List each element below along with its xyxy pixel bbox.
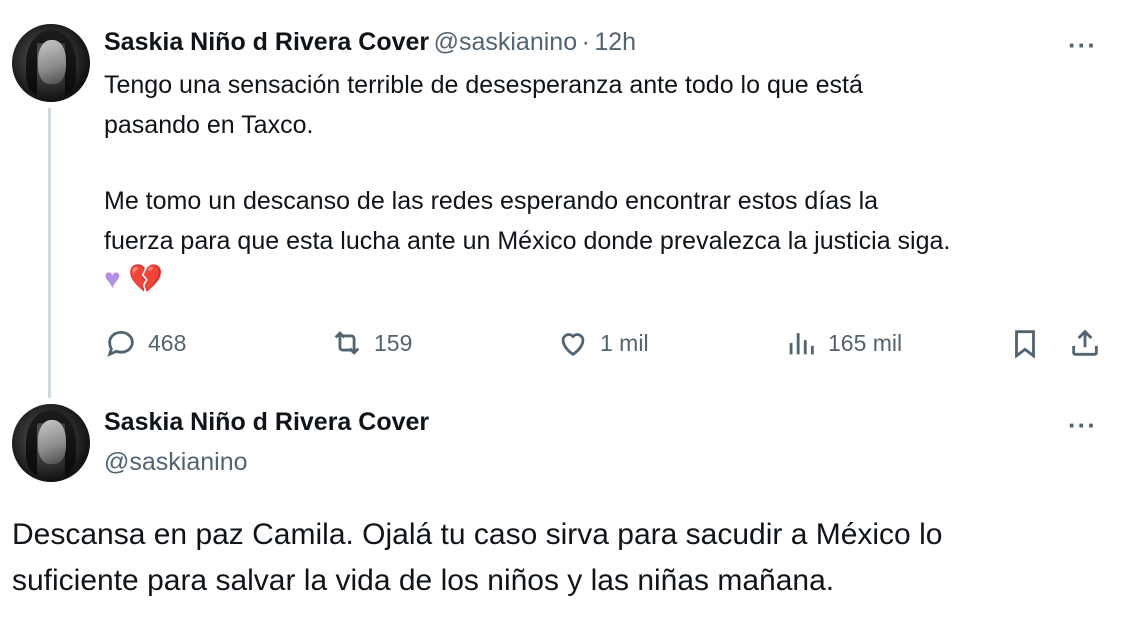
more-icon[interactable]: ··· [1068,410,1097,441]
views-button[interactable]: 165 mil [784,326,902,360]
tweet-text-line: fuerza para que esta lucha ante un Méxic… [104,227,951,255]
thread-connector [48,108,51,398]
views-count: 165 mil [828,329,903,356]
tweet-header: Saskia Niño d Rivera Cover @saskianino ·… [104,28,636,57]
author-name[interactable]: Saskia Niño d Rivera Cover [104,408,429,437]
retweet-button[interactable]: 159 [330,326,412,360]
like-icon [561,333,585,357]
broken-heart-icon: 💔 [128,263,164,294]
avatar[interactable] [12,404,90,482]
separator: · [581,28,590,56]
tweet-text-line: Tengo una sensación terrible de desesper… [104,71,863,99]
tweet-text-line: Me tomo un descanso de las redes esperan… [104,187,879,215]
tweet-text-line: suficiente para salvar la vida de los ni… [12,564,835,597]
retweet-count: 159 [374,329,413,356]
tweet-actions: 468 159 1 mil 165 mil [104,326,1104,360]
more-icon[interactable]: ··· [1068,30,1097,61]
bookmark-button[interactable] [1008,326,1042,360]
like-count: 1 mil [600,329,649,356]
reply-button[interactable]: 468 [104,326,186,360]
tweet-text-line: pasando en Taxco. [104,111,314,139]
tweet-main-text: Descansa en paz Camila. Ojalá tu caso si… [12,512,1122,604]
share-button[interactable] [1068,326,1102,360]
like-button[interactable]: 1 mil [556,326,649,360]
reply-count: 468 [148,329,187,356]
views-icon [789,333,814,355]
author-name[interactable]: Saskia Niño d Rivera Cover [104,28,429,56]
reply-icon [107,330,134,357]
author-handle[interactable]: @saskianino [104,448,248,477]
purple-heart-icon: ♥ [104,263,121,294]
retweet-icon [334,331,360,355]
emoji-row: ♥ 💔 [104,262,163,295]
share-icon [1072,329,1098,356]
timestamp[interactable]: 12h [594,28,636,56]
bookmark-icon [1015,330,1035,359]
tweet-text-line: Descansa en paz Camila. Ojalá tu caso si… [12,518,943,551]
author-handle[interactable]: @saskianino [434,28,578,56]
avatar[interactable] [12,24,90,102]
